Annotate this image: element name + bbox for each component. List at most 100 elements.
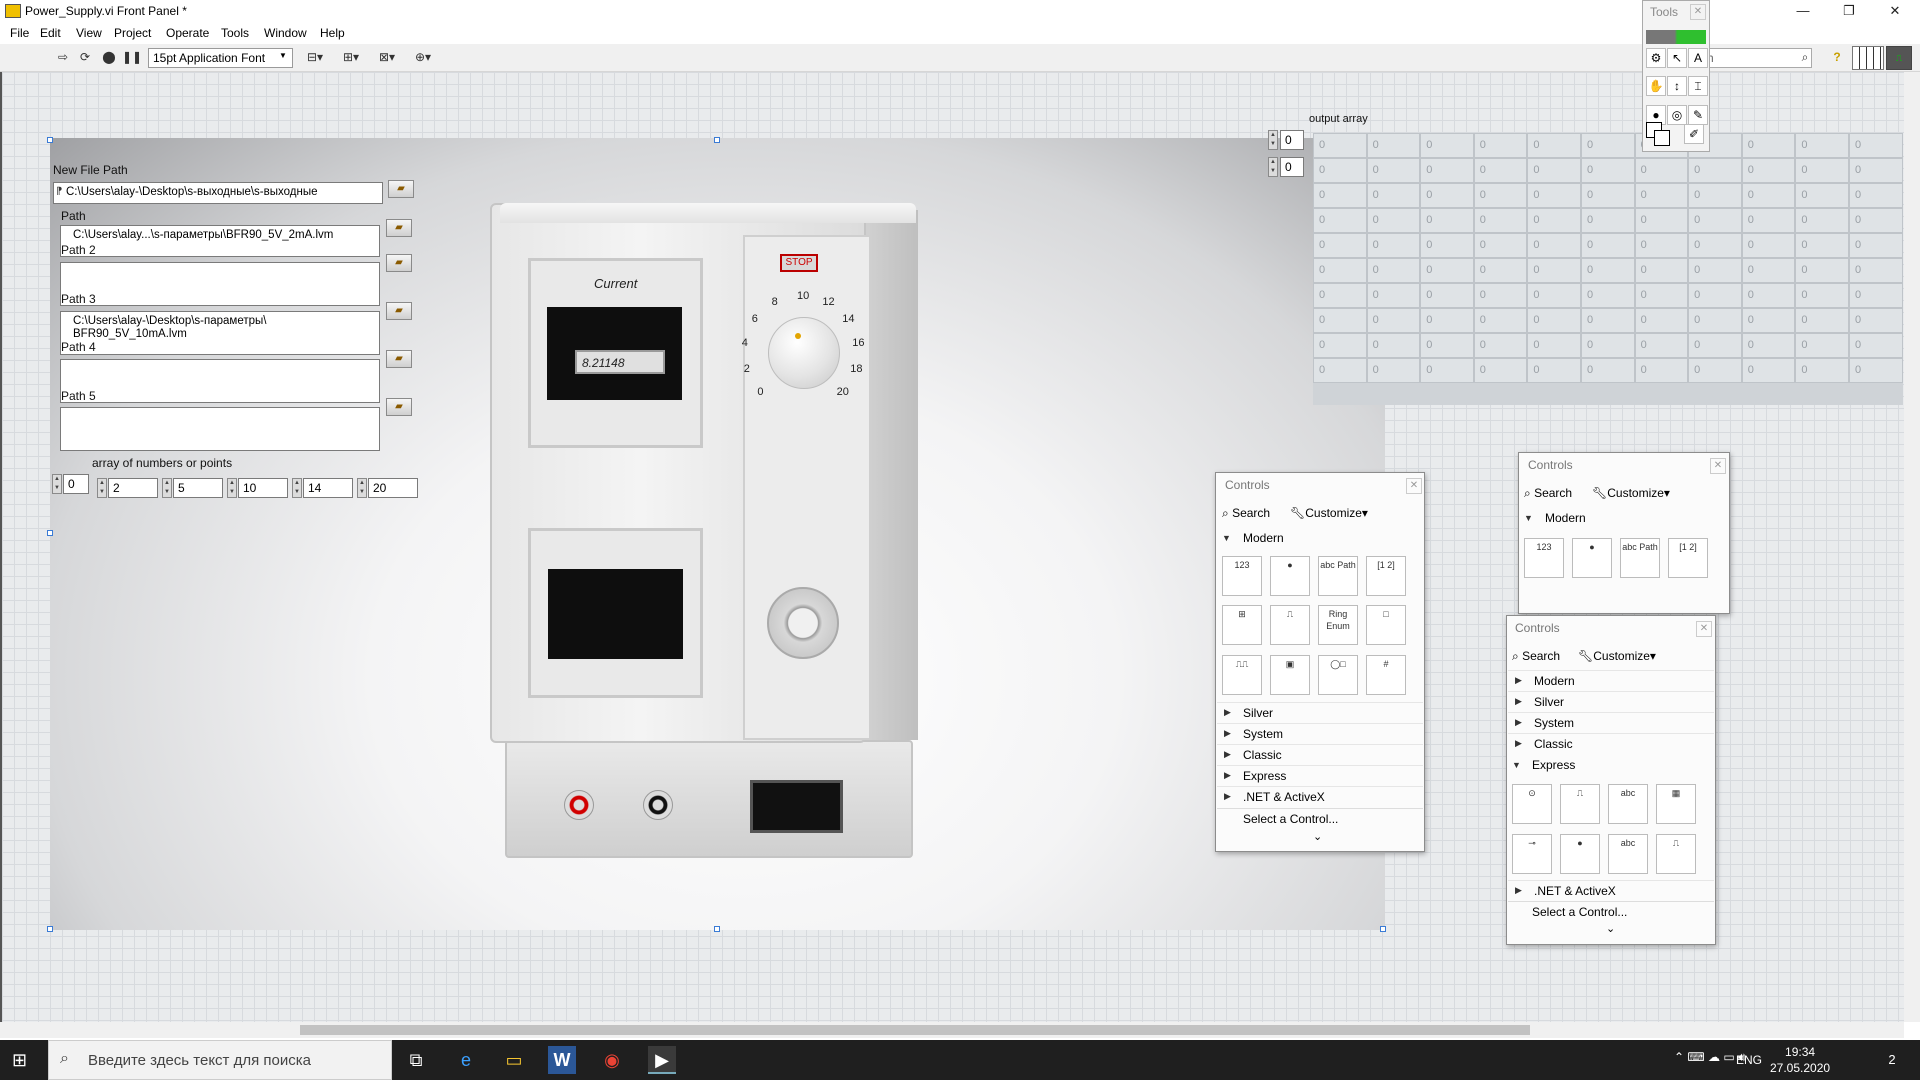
category-express[interactable]: Express bbox=[1532, 758, 1575, 772]
palette-control-icon[interactable]: ⊙ bbox=[1512, 784, 1552, 824]
palette-category-row[interactable]: ▶ Classic bbox=[1217, 744, 1423, 765]
abort-icon[interactable]: ⬤ bbox=[100, 50, 118, 66]
notifications-icon[interactable]: 2 bbox=[1880, 1048, 1904, 1072]
browse-button[interactable]: ▰ bbox=[386, 398, 412, 416]
edit-text-icon[interactable]: A bbox=[1688, 48, 1708, 68]
run-arrow-icon[interactable]: ⇨ bbox=[54, 50, 72, 66]
more-chevron-icon[interactable]: ⌄ bbox=[1313, 830, 1322, 843]
close-icon[interactable]: ✕ bbox=[1406, 478, 1422, 494]
menu-window[interactable]: Window bbox=[264, 26, 307, 40]
palette-control-icon[interactable]: abc Path bbox=[1318, 556, 1358, 596]
edge-icon[interactable]: e bbox=[452, 1046, 480, 1074]
search-icon[interactable]: ⌕ bbox=[1796, 50, 1814, 66]
horizontal-scroll-thumb[interactable] bbox=[300, 1025, 1530, 1035]
menu-view[interactable]: View bbox=[76, 26, 102, 40]
chrome-icon[interactable]: ◉ bbox=[598, 1046, 626, 1074]
palette-customize-button[interactable]: 🔧︎Customize▾ bbox=[1290, 506, 1368, 520]
palette-control-icon[interactable]: ▦ bbox=[1656, 784, 1696, 824]
palette-control-icon[interactable]: ● bbox=[1572, 538, 1612, 578]
file-explorer-icon[interactable]: ▭ bbox=[500, 1046, 528, 1074]
operate-value-icon[interactable]: ⚙ bbox=[1646, 48, 1666, 68]
close-icon[interactable]: ✕ bbox=[1696, 621, 1712, 637]
row-index-spinner[interactable]: ▲ ▼ bbox=[1268, 130, 1278, 150]
palette-control-icon[interactable]: [1 2] bbox=[1366, 556, 1406, 596]
palette-category-row[interactable]: ▶ Silver bbox=[1508, 691, 1714, 712]
run-continuously-icon[interactable]: ⟳ bbox=[76, 50, 94, 66]
palette-category-row[interactable]: ▶ Silver bbox=[1217, 702, 1423, 723]
language-indicator[interactable]: ENG bbox=[1736, 1053, 1762, 1067]
minimize-button[interactable]: — bbox=[1780, 0, 1826, 24]
array-index-spinner[interactable]: ▲ ▼ bbox=[52, 474, 62, 494]
palette-category-row[interactable]: ▶ Modern bbox=[1508, 670, 1714, 691]
power-switch[interactable] bbox=[750, 780, 843, 833]
menu-file[interactable]: File bbox=[10, 26, 29, 40]
palette-control-icon[interactable]: ● bbox=[1560, 834, 1600, 874]
array-index[interactable]: 0 bbox=[63, 474, 89, 494]
category-modern[interactable]: Modern bbox=[1545, 511, 1586, 525]
task-view-icon[interactable]: ⧉ bbox=[402, 1046, 430, 1074]
maximize-button[interactable]: ❐ bbox=[1826, 0, 1872, 24]
selection-handle[interactable] bbox=[47, 926, 53, 932]
category-modern[interactable]: Modern bbox=[1243, 531, 1284, 545]
palette-control-icon[interactable]: ◯□ bbox=[1318, 654, 1358, 695]
element-spinner[interactable]: ▲ ▼ bbox=[97, 478, 107, 498]
position-select-icon[interactable]: ↖ bbox=[1667, 48, 1687, 68]
palette-category-row[interactable]: ▶ Classic bbox=[1508, 733, 1714, 754]
palette-control-icon[interactable]: ⎍ bbox=[1560, 784, 1600, 824]
col-index[interactable]: 0 bbox=[1280, 157, 1304, 177]
palette-search-button[interactable]: ⌕ Search bbox=[1524, 486, 1572, 501]
palette-category-row[interactable]: ▶ .NET & ActiveX bbox=[1508, 880, 1714, 901]
array-element[interactable]: 10 bbox=[238, 478, 288, 498]
menu-operate[interactable]: Operate bbox=[166, 26, 209, 40]
palette-category-row[interactable]: ▶ Express bbox=[1217, 765, 1423, 786]
array-element[interactable]: 20 bbox=[368, 478, 418, 498]
palette-control-icon[interactable]: □ bbox=[1366, 605, 1406, 646]
palette-control-icon[interactable]: [1 2] bbox=[1668, 538, 1708, 578]
new-file-path-field[interactable]: C:\Users\alay-\Desktop\s-выходные\s-выхо… bbox=[53, 182, 383, 204]
browse-button[interactable]: ▰ bbox=[388, 180, 414, 198]
palette-customize-button[interactable]: 🔧︎Customize▾ bbox=[1578, 649, 1656, 663]
element-spinner[interactable]: ▲ ▼ bbox=[357, 478, 367, 498]
palette-control-icon[interactable]: abc Path bbox=[1620, 538, 1660, 578]
palette-control-icon[interactable]: 123 bbox=[1524, 538, 1564, 578]
palette-customize-button[interactable]: 🔧︎Customize▾ bbox=[1592, 486, 1670, 500]
close-icon[interactable]: ✕ bbox=[1690, 4, 1706, 20]
element-spinner[interactable]: ▲ ▼ bbox=[227, 478, 237, 498]
palette-category-row[interactable]: ▶ System bbox=[1508, 712, 1714, 733]
close-button[interactable]: ✕ bbox=[1872, 0, 1918, 24]
browse-button[interactable]: ▰ bbox=[386, 254, 412, 272]
path-3-field[interactable]: C:\Users\alay-\Desktop\s-параметры\ BFR9… bbox=[60, 311, 380, 355]
menu-help[interactable]: Help bbox=[320, 26, 345, 40]
word-icon[interactable]: W bbox=[548, 1046, 576, 1074]
selection-handle[interactable] bbox=[47, 530, 53, 536]
palette-control-icon[interactable]: # bbox=[1366, 654, 1406, 695]
element-spinner[interactable]: ▲ ▼ bbox=[162, 478, 172, 498]
path-5-field[interactable] bbox=[60, 407, 380, 451]
selection-handle[interactable] bbox=[714, 137, 720, 143]
automatic-tool-selector[interactable] bbox=[1646, 30, 1706, 44]
select-control-row[interactable]: Select a Control... bbox=[1508, 901, 1714, 921]
pause-icon[interactable]: ❚❚ bbox=[122, 50, 142, 66]
connect-wire-icon[interactable]: ↕ bbox=[1667, 76, 1687, 97]
palette-control-icon[interactable]: ▣ bbox=[1270, 654, 1310, 695]
font-select[interactable]: 15pt Application Font bbox=[148, 48, 293, 68]
palette-control-icon[interactable]: ● bbox=[1270, 556, 1310, 596]
palette-control-icon[interactable]: ⊸ bbox=[1512, 834, 1552, 874]
browse-button[interactable]: ▰ bbox=[386, 219, 412, 237]
resize-objects-icon[interactable]: ⊠▾ bbox=[374, 50, 400, 66]
palette-category-row[interactable]: ▶ System bbox=[1217, 723, 1423, 744]
array-element[interactable]: 5 bbox=[173, 478, 223, 498]
palette-category-row[interactable]: ▶ .NET & ActiveX bbox=[1217, 786, 1423, 807]
menu-edit[interactable]: Edit bbox=[40, 26, 61, 40]
windows-start-icon[interactable]: ⊞ bbox=[12, 1050, 32, 1070]
palette-search-button[interactable]: ⌕ Search bbox=[1512, 649, 1560, 664]
browse-button[interactable]: ▰ bbox=[386, 350, 412, 368]
menu-project[interactable]: Project bbox=[114, 26, 151, 40]
path-field[interactable]: C:\Users\alay...\s-параметры\BFR90_5V_2m… bbox=[60, 225, 380, 257]
search-input[interactable]: rch bbox=[1692, 48, 1812, 68]
labview-icon[interactable]: ▶ bbox=[648, 1046, 676, 1074]
palette-control-icon[interactable]: ⎍⎍ bbox=[1222, 654, 1262, 695]
scroll-hand-icon[interactable]: ✋ bbox=[1646, 76, 1666, 97]
select-control-row[interactable]: Select a Control... bbox=[1217, 808, 1423, 828]
align-objects-icon[interactable]: ⊟▾ bbox=[302, 50, 328, 66]
